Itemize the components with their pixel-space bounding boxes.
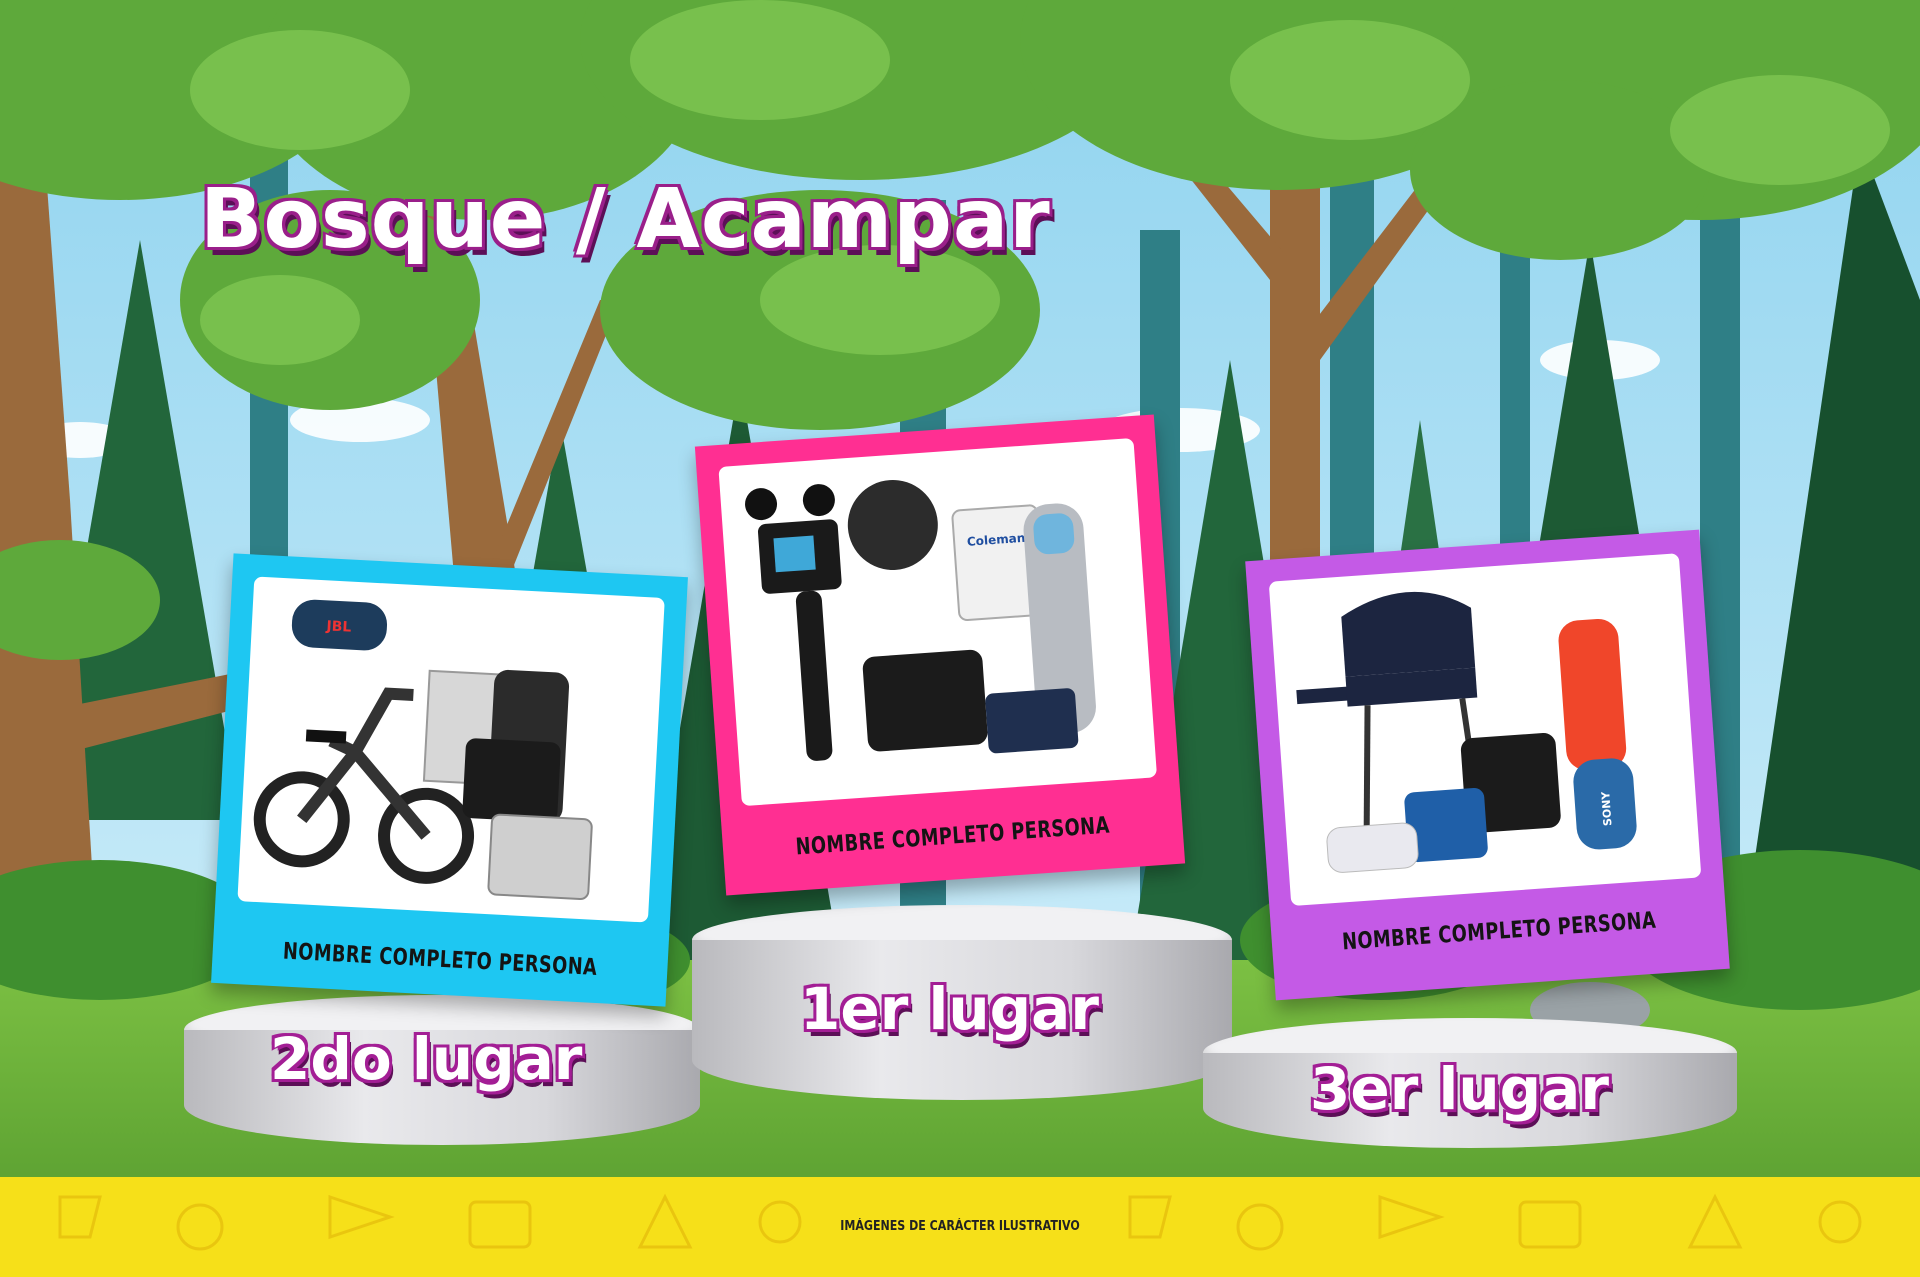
- duffel-bag-icon: [862, 649, 988, 752]
- contest-banner: Bosque / Acampar 2do lugar 1er lugar 3er…: [0, 0, 1920, 1277]
- bluetooth-speaker-icon: [847, 479, 938, 570]
- place-label-third: 3er lugar: [1310, 1055, 1609, 1123]
- prize-photo-second: JBL: [237, 576, 665, 923]
- prize-card-second: JBL NOMBRE COMPLETO PERSONA: [211, 553, 688, 1007]
- place-label-first: 1er lugar: [800, 975, 1099, 1043]
- prize-card-first: Coleman NOMBRE COMPLETO PERSONA: [694, 414, 1186, 896]
- action-camera-icon: [745, 484, 842, 761]
- prize-items-third: SONY: [1296, 591, 1637, 873]
- prize-items-second: JBL: [253, 599, 593, 901]
- sleeping-mat-icon: [1326, 822, 1419, 873]
- page-title: Bosque / Acampar: [200, 172, 1051, 267]
- place-label-second: 2do lugar: [270, 1025, 583, 1093]
- towels-icon: [985, 688, 1079, 754]
- prize-photo-first: Coleman: [718, 437, 1158, 807]
- winner-name-first: NOMBRE COMPLETO PERSONA: [794, 812, 1111, 861]
- prize-photo-third: SONY: [1268, 553, 1702, 907]
- speaker-brand: JBL: [325, 618, 352, 635]
- disclaimer-text: IMÁGENES DE CARÁCTER ILUSTRATIVO: [840, 1219, 1080, 1234]
- winner-name-third: NOMBRE COMPLETO PERSONA: [1341, 907, 1657, 956]
- duffel-bag-icon: [462, 738, 561, 823]
- prize-items-first: Coleman: [745, 479, 1096, 761]
- footer-bar: IMÁGENES DE CARÁCTER ILUSTRATIVO: [0, 1177, 1920, 1277]
- sleeping-bag-icon: [1558, 618, 1627, 771]
- speaker-brand: SONY: [1599, 790, 1614, 826]
- prize-card-third: SONY NOMBRE COMPLETO PERSONA: [1245, 529, 1730, 1001]
- cooler-icon: [487, 813, 593, 901]
- winner-name-second: NOMBRE COMPLETO PERSONA: [282, 938, 598, 981]
